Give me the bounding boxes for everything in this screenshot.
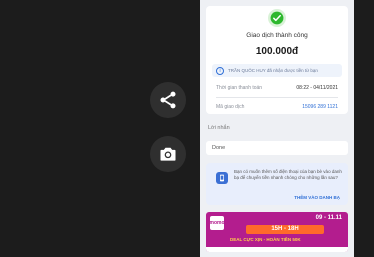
info-icon: i	[216, 66, 224, 75]
share-button[interactable]	[150, 82, 186, 118]
transaction-code-row: Mã giao dịch 15096 289 1121	[216, 104, 338, 110]
time-row: Thời gian thanh toán 08:22 - 04/11/2021	[216, 85, 338, 91]
banner-headline: 15H - 18H	[246, 225, 324, 234]
screenshot-button[interactable]	[150, 136, 186, 172]
phone-icon	[216, 172, 228, 184]
transaction-screen: Giao dịch thành công 100.000đ i TRẦN QUỐ…	[200, 0, 354, 257]
receipt-card: Giao dịch thành công 100.000đ i TRẦN QUỐ…	[206, 6, 348, 114]
success-check-icon	[268, 9, 286, 27]
message-label: Lời nhắn	[208, 125, 230, 131]
add-to-contacts-link[interactable]: THÊM VÀO DANH BẠ	[294, 195, 340, 200]
share-icon	[160, 91, 176, 109]
message-field: Done	[206, 141, 348, 155]
time-label: Thời gian thanh toán	[216, 85, 263, 91]
amount: 100.000đ	[255, 46, 299, 57]
divider	[216, 97, 338, 98]
banner-subtitle: DEAL CỰC XỊN - HOÀN TIỀN 50K	[230, 237, 301, 242]
promo-banner[interactable]: momo 09 - 11.11 15H - 18H DEAL CỰC XỊN -…	[206, 212, 348, 252]
banner-footer	[206, 247, 348, 252]
add-contact-message: Bạn có muốn thêm số điện thoại của bạn b…	[234, 169, 342, 180]
add-contact-card: Bạn có muốn thêm số điện thoại của bạn b…	[206, 163, 348, 205]
code-value[interactable]: 15096 289 1121	[302, 104, 338, 110]
camera-icon	[160, 147, 176, 161]
time-value: 08:22 - 04/11/2021	[296, 85, 338, 91]
recipient-note-text: TRẦN QUỐC HUY đã nhận được tiền từ bạn	[228, 68, 318, 73]
code-label: Mã giao dịch	[216, 104, 245, 110]
momo-logo: momo	[210, 216, 225, 230]
banner-date: 09 - 11.11	[315, 215, 342, 221]
recipient-note: i TRẦN QUỐC HUY đã nhận được tiền từ bạn	[212, 64, 342, 77]
status-title: Giao dịch thành công	[246, 32, 308, 39]
